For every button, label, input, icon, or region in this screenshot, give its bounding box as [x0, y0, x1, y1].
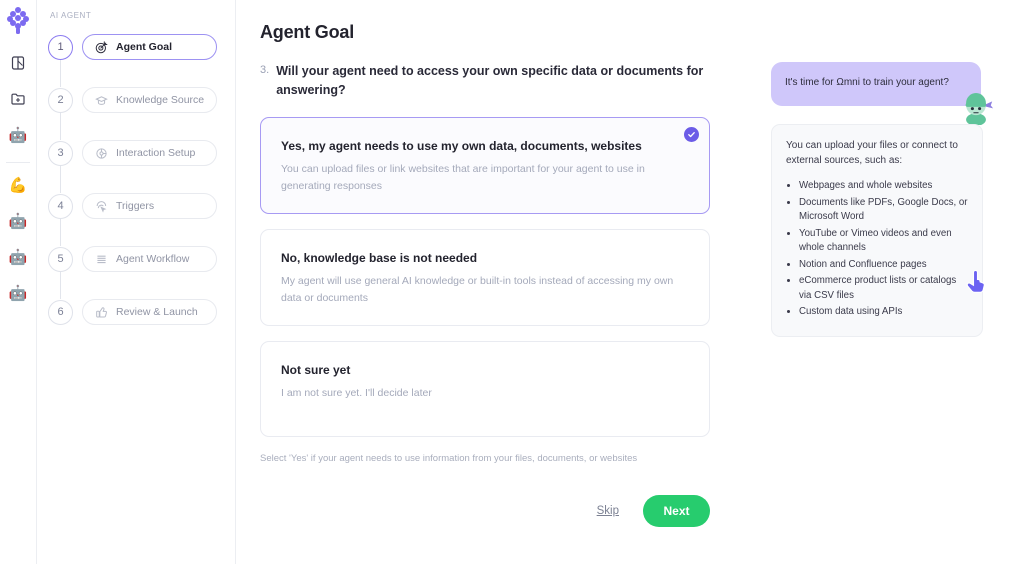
step-label: Triggers	[116, 200, 155, 212]
step-connector	[60, 60, 61, 87]
hint-text: Select 'Yes' if your agent needs to use …	[260, 452, 638, 464]
question-number: 3.	[260, 64, 270, 76]
pointer-cursor-icon	[966, 269, 985, 293]
page-title: Agent Goal	[260, 22, 355, 42]
step-label: Knowledge Source	[116, 94, 205, 106]
assistant-bubble-text: It's time for Ωmni to train your agent?	[785, 77, 949, 89]
step-number: 5	[48, 246, 73, 272]
add-folder-icon[interactable]	[5, 86, 31, 112]
option-card-no[interactable]: No, knowledge base is not needed My agen…	[260, 228, 710, 326]
option-description: My agent will use general AI knowledge o…	[281, 274, 674, 304]
options-list: Yes, my agent needs to use my own data, …	[260, 116, 710, 437]
rail-divider	[6, 162, 30, 163]
sidebar-kicker: AI AGENT	[50, 11, 92, 20]
step-connector	[60, 166, 61, 193]
list-item: Notion and Confluence pages	[799, 258, 968, 273]
step-pill[interactable]: Review & Launch	[82, 299, 217, 325]
list-item: Documents like PDFs, Google Docs, or Mic…	[799, 196, 968, 225]
step-label: Agent Goal	[116, 41, 173, 53]
robot-icon-2[interactable]: 🤖	[5, 208, 31, 234]
muscle-icon[interactable]: 💪	[5, 172, 31, 198]
step-sidebar: AI AGENT 1 Agent Goal 2 Knowledge Source…	[37, 0, 236, 564]
click-icon	[94, 199, 108, 213]
sidebar-item-agent-workflow[interactable]: 5 Agent Workflow	[37, 246, 235, 272]
step-number: 2	[48, 87, 73, 113]
sidebar-item-agent-goal[interactable]: 1 Agent Goal	[37, 34, 235, 60]
list-item: Custom data using APIs	[799, 305, 968, 320]
step-pill[interactable]: Knowledge Source	[82, 87, 217, 113]
option-title: No, knowledge base is not needed	[281, 250, 478, 265]
sidebar-item-review-launch[interactable]: 6 Review & Launch	[37, 299, 235, 325]
option-title: Not sure yet	[281, 362, 351, 377]
tips-card: You can upload your files or connect to …	[771, 124, 985, 337]
tips-intro: You can upload your files or connect to …	[786, 140, 958, 166]
step-number: 4	[48, 193, 73, 219]
step-connector	[60, 219, 61, 246]
option-card-not-sure[interactable]: Not sure yet I am not sure yet. I'll dec…	[260, 340, 710, 437]
step-number: 1	[48, 34, 73, 60]
skip-button[interactable]: Skip	[597, 505, 619, 517]
sidebar-item-knowledge-source[interactable]: 2 Knowledge Source	[37, 87, 235, 113]
step-number: 6	[48, 299, 73, 325]
step-pill[interactable]: Agent Goal	[82, 34, 217, 60]
question-text: Will your agent need to access your own …	[276, 64, 704, 98]
robot-icon-1[interactable]: 🤖	[5, 122, 31, 148]
sidebar-item-interaction-setup[interactable]: 3 Interaction Setup	[37, 140, 235, 166]
icon-rail: 🤖 💪 🤖 🤖 🤖	[0, 0, 37, 564]
assistant-speech-bubble: It's time for Ωmni to train your agent?	[771, 62, 981, 106]
step-connector	[60, 272, 61, 299]
grape-cluster-logo[interactable]	[5, 6, 31, 36]
helper-panel: It's time for Ωmni to train your agent? …	[771, 62, 994, 337]
step-number: 3	[48, 140, 73, 166]
thumbs-up-icon	[94, 305, 108, 319]
option-description: You can upload files or link websites th…	[281, 162, 645, 192]
step-pill[interactable]: Triggers	[82, 193, 217, 219]
question-block: 3. Will your agent need to access your o…	[260, 62, 708, 101]
step-pill[interactable]: Interaction Setup	[82, 140, 217, 166]
graduation-cap-icon	[94, 93, 108, 107]
ninja-mascot	[965, 93, 994, 125]
target-icon	[94, 40, 108, 54]
check-icon	[684, 126, 699, 142]
gear-icon	[94, 146, 108, 160]
next-button[interactable]: Next	[643, 494, 710, 527]
tips-list: Webpages and whole websites Documents li…	[799, 179, 968, 320]
step-label: Agent Workflow	[116, 253, 190, 265]
app-root: 🤖 💪 🤖 🤖 🤖 AI AGENT 1 Agent Goal 2 Knowle…	[0, 0, 1024, 564]
step-label: Review & Launch	[116, 306, 198, 318]
list-item: eCommerce product lists or catalogs via …	[799, 274, 968, 303]
list-item: YouTube or Vimeo videos and even whole c…	[799, 227, 968, 256]
list-item: Webpages and whole websites	[799, 179, 968, 194]
step-connector	[60, 113, 61, 140]
step-pill[interactable]: Agent Workflow	[82, 246, 217, 272]
option-description: I am not sure yet. I'll decide later	[281, 386, 432, 399]
option-card-yes[interactable]: Yes, my agent needs to use my own data, …	[260, 116, 710, 214]
robot-icon-3[interactable]: 🤖	[5, 244, 31, 270]
list-lines-icon	[94, 252, 108, 266]
robot-icon-4[interactable]: 🤖	[5, 280, 31, 306]
sidebar-item-triggers[interactable]: 4 Triggers	[37, 193, 235, 219]
action-bar: Skip Next	[260, 494, 710, 527]
option-title: Yes, my agent needs to use my own data, …	[281, 138, 642, 153]
palette-icon[interactable]	[5, 50, 31, 76]
step-label: Interaction Setup	[116, 147, 196, 159]
